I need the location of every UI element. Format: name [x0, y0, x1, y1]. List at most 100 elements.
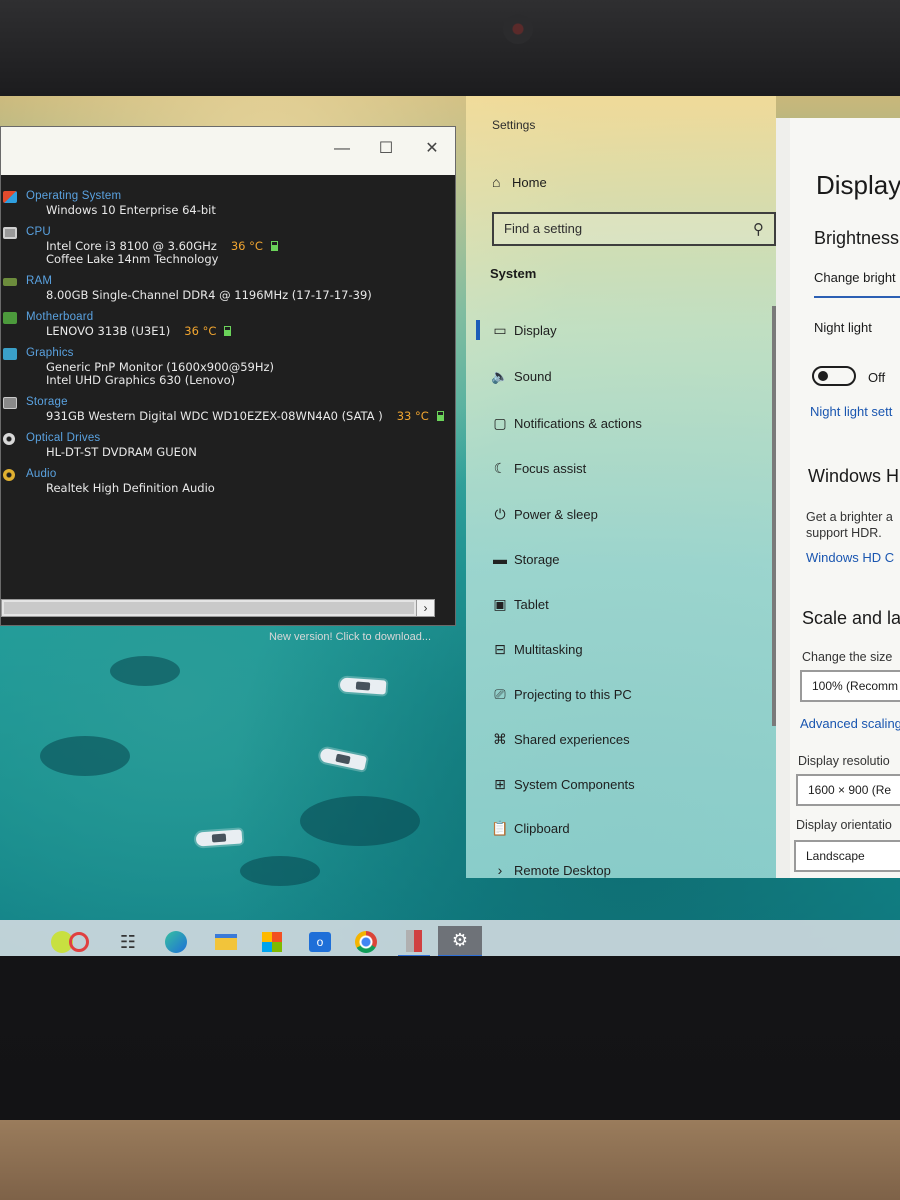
tablet-icon: ▣ [493, 596, 507, 612]
update-link[interactable]: New version! Click to download... [269, 631, 431, 643]
search-placeholder: Find a setting [504, 221, 583, 236]
section-title: RAM [26, 275, 53, 287]
nav-item-remote-desktop[interactable]: › Remote Desktop [486, 856, 766, 878]
speccy-window[interactable]: — ☐ ✕ Operating System Windows 10 Enterp… [0, 126, 456, 643]
section-title: Graphics [26, 347, 74, 359]
nav-item-label: Storage [514, 552, 560, 567]
horizontal-scrollbar[interactable]: › [1, 599, 435, 617]
search-input[interactable]: Find a setting ⚲ [492, 212, 776, 246]
nav-item-focus-assist[interactable]: ☾ Focus assist [486, 454, 766, 482]
nav-item-tablet[interactable]: ▣ Tablet [486, 590, 766, 618]
speccy-section-ram[interactable]: RAM 8.00GB Single-Channel DDR4 @ 1196MHz… [1, 274, 455, 302]
desk-surface [0, 1120, 900, 1200]
nav-item-projecting[interactable]: ⎚ Projecting to this PC [486, 680, 766, 708]
close-icon[interactable]: ✕ [417, 135, 447, 163]
scrollbar-thumb[interactable] [4, 602, 414, 614]
windows-logo-icon [3, 191, 17, 203]
search-icon[interactable]: ⚲ [753, 220, 764, 238]
moon-icon: ☾ [493, 460, 507, 476]
nav-item-storage[interactable]: ▬ Storage [486, 545, 766, 573]
section-value: Realtek High Definition Audio [46, 481, 215, 495]
nav-item-label: Remote Desktop [514, 863, 611, 878]
section-value: Intel Core i3 8100 @ 3.60GHz [46, 239, 217, 253]
brightness-slider[interactable] [814, 296, 900, 298]
speccy-section-motherboard[interactable]: Motherboard LENOVO 313B (U3E1) 36 °C [1, 310, 455, 338]
speccy-section-optical[interactable]: Optical Drives HL-DT-ST DVDRAM GUE0N [1, 431, 455, 459]
speccy-section-cpu[interactable]: CPU Intel Core i3 8100 @ 3.60GHz 36 °C Co… [1, 225, 455, 266]
nav-item-power-sleep[interactable]: ⏻ Power & sleep [486, 500, 766, 528]
night-light-label: Night light [814, 320, 872, 335]
scroll-right-icon[interactable]: › [416, 600, 434, 616]
section-title: CPU [26, 226, 51, 238]
nav-item-display[interactable]: ▭ Display [476, 316, 766, 344]
taskbar: ☷ o ⚙ [0, 920, 900, 956]
hdr-settings-link[interactable]: Windows HD C [806, 550, 894, 565]
photo-of-monitor: — ☐ ✕ Operating System Windows 10 Enterp… [0, 0, 900, 1200]
scale-label: Change the size [802, 650, 893, 664]
orientation-dropdown[interactable]: Landscape [794, 840, 900, 872]
minimize-icon[interactable]: — [327, 135, 357, 163]
hdr-description: Get a brighter a [806, 510, 893, 524]
nav-item-label: Multitasking [514, 642, 583, 657]
section-title: Operating System [26, 190, 122, 202]
nav-item-label: Clipboard [514, 821, 570, 836]
section-value: Intel UHD Graphics 630 (Lenovo) [46, 373, 236, 387]
temperature-indicator-icon [224, 326, 232, 336]
speccy-section-storage[interactable]: Storage 931GB Western Digital WDC WD10EZ… [1, 395, 455, 423]
advanced-scaling-link[interactable]: Advanced scaling [800, 716, 900, 731]
settings-gear-icon[interactable]: ⚙ [438, 926, 482, 956]
temperature-value: 33 °C [396, 409, 429, 423]
resolution-label: Display resolutio [798, 754, 890, 768]
speccy-summary: Operating System Windows 10 Enterprise 6… [1, 175, 455, 547]
wallpaper-reef [240, 856, 320, 886]
hdd-icon [3, 397, 17, 409]
nav-item-notifications[interactable]: ▢ Notifications & actions [486, 409, 766, 437]
speccy-section-os[interactable]: Operating System Windows 10 Enterprise 6… [1, 189, 455, 217]
speccy-icon[interactable] [398, 926, 430, 956]
night-light-toggle[interactable] [812, 366, 856, 386]
nav-item-shared-experiences[interactable]: ⌘ Shared experiences [486, 725, 766, 753]
settings-window-title: Settings [492, 118, 536, 132]
scale-dropdown[interactable]: 100% (Recomm [800, 670, 900, 702]
nav-item-label: Display [514, 323, 557, 338]
section-value: Coffee Lake 14nm Technology [46, 252, 219, 266]
components-icon: ⊞ [494, 776, 506, 792]
edge-icon[interactable] [160, 926, 192, 956]
chrome-icon[interactable] [350, 926, 382, 956]
disc-icon [3, 433, 15, 445]
nav-item-sound[interactable]: 🔈 Sound [486, 362, 766, 390]
speccy-section-audio[interactable]: Audio Realtek High Definition Audio [1, 467, 455, 495]
tennis-app-icon[interactable] [42, 926, 98, 956]
clipboard-icon: 📋 [491, 820, 509, 836]
speccy-titlebar[interactable]: — ☐ ✕ [1, 127, 455, 175]
temperature-indicator-icon [270, 241, 278, 251]
nav-item-system-components[interactable]: ⊞ System Components [486, 770, 766, 798]
monitor-icon [3, 348, 17, 360]
nav-item-clipboard[interactable]: 📋 Clipboard [486, 814, 766, 842]
outlook-icon[interactable]: o [304, 926, 336, 956]
night-light-settings-link[interactable]: Night light sett [810, 404, 892, 419]
section-title: Motherboard [26, 311, 94, 323]
notification-icon: ▢ [493, 415, 507, 431]
file-explorer-icon[interactable] [210, 926, 242, 956]
shared-icon: ⌘ [493, 731, 507, 747]
task-view-icon[interactable]: ☷ [112, 926, 144, 956]
multitasking-icon: ⊟ [494, 641, 506, 657]
maximize-icon[interactable]: ☐ [371, 135, 401, 163]
temperature-value: 36 °C [230, 239, 263, 253]
nav-item-multitasking[interactable]: ⊟ Multitasking [486, 635, 766, 663]
wallpaper-reef [300, 796, 420, 846]
section-value: Windows 10 Enterprise 64-bit [46, 203, 216, 217]
nav-item-label: Notifications & actions [514, 416, 642, 431]
resolution-dropdown[interactable]: 1600 × 900 (Re [796, 774, 900, 806]
settings-main-pane: Display Brightness Change bright Night l… [776, 118, 900, 878]
temperature-value: 36 °C [184, 324, 217, 338]
speccy-section-graphics[interactable]: Graphics Generic PnP Monitor (1600x900@5… [1, 346, 455, 387]
orientation-label: Display orientatio [796, 818, 892, 832]
home-nav-item[interactable]: ⌂ Home [492, 174, 547, 190]
page-title: Display [816, 170, 900, 200]
store-icon[interactable] [256, 926, 288, 956]
nav-item-label: Shared experiences [514, 732, 630, 747]
section-title: Storage [26, 396, 68, 408]
monitor-bezel [0, 0, 900, 100]
